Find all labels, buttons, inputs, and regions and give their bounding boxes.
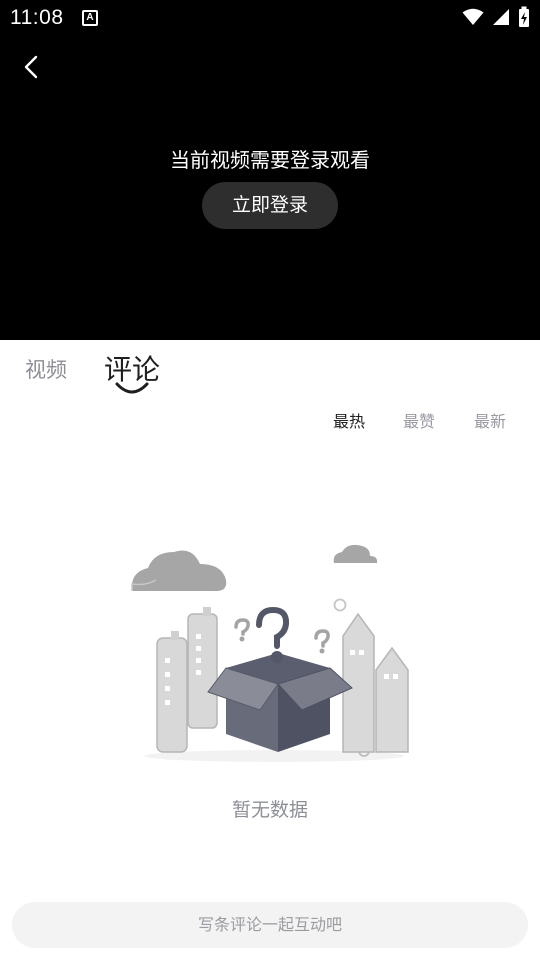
content-tabs: 视频 评论 <box>0 340 540 400</box>
back-button[interactable] <box>14 50 50 86</box>
screen: 11:08 A 当前视频需要登录观看 立即登录 视频 评论 最热 最赞 最新 暂… <box>0 0 540 960</box>
sort-newest[interactable]: 最新 <box>474 408 506 432</box>
battery-charging-icon <box>519 6 529 27</box>
status-icons <box>462 6 530 28</box>
tab-video[interactable]: 视频 <box>25 354 67 384</box>
comment-input[interactable]: 写条评论一起互动吧 <box>12 902 528 948</box>
notification-icon: A <box>82 10 98 26</box>
sort-likes[interactable]: 最赞 <box>403 408 435 432</box>
video-player[interactable]: 11:08 A 当前视频需要登录观看 立即登录 <box>0 0 540 340</box>
wifi-icon <box>462 8 484 25</box>
chevron-left-icon <box>24 55 38 79</box>
sort-hot[interactable]: 最热 <box>333 408 365 432</box>
login-required-message: 当前视频需要登录观看 <box>170 148 370 172</box>
empty-state-text: 暂无数据 <box>231 799 308 821</box>
tab-active-indicator <box>115 382 149 394</box>
signal-icon <box>493 9 509 25</box>
empty-box-illustration <box>131 544 409 762</box>
sort-bar: 最热 最赞 最新 <box>0 408 540 432</box>
status-bar: 11:08 A <box>0 0 540 36</box>
status-time: 11:08 <box>10 6 64 29</box>
login-button[interactable]: 立即登录 <box>202 182 338 229</box>
